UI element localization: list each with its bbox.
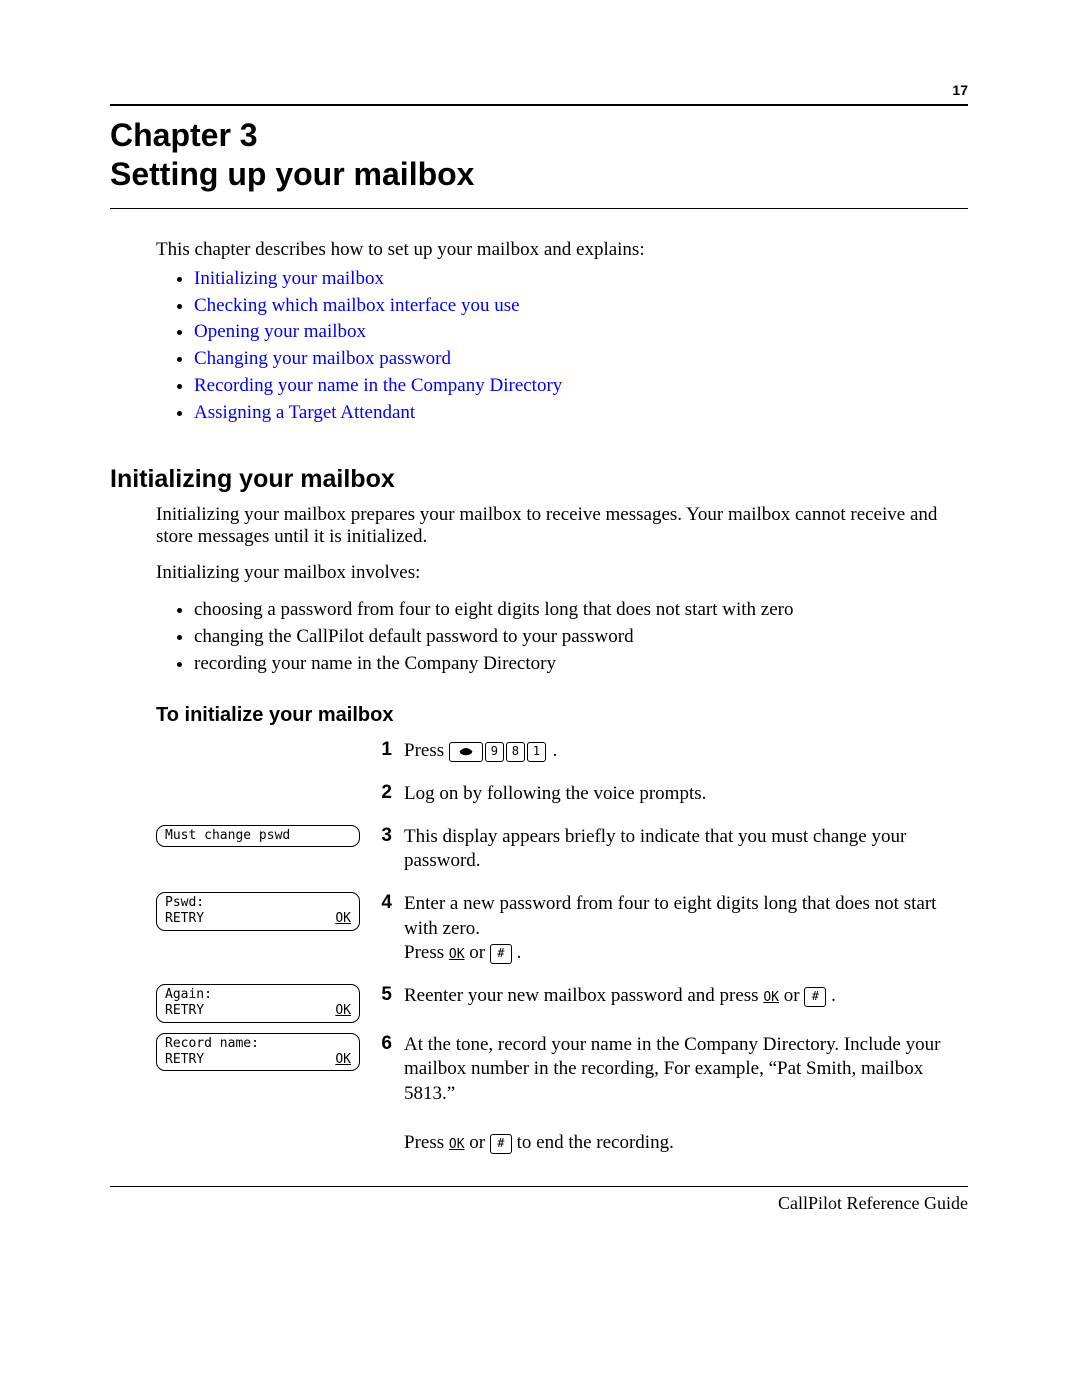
step-period: . <box>826 985 836 1006</box>
step-or: or <box>465 1132 490 1153</box>
phone-display: Again: RETRY OK <box>156 984 360 1023</box>
list-item: Checking which mailbox interface you use <box>194 294 968 319</box>
list-item: Opening your mailbox <box>194 320 968 345</box>
page: 17 Chapter 3 Setting up your mailbox Thi… <box>0 0 1080 1397</box>
subsection-heading: To initialize your mailbox <box>156 704 968 727</box>
link-initializing[interactable]: Initializing your mailbox <box>194 268 384 289</box>
list-item: recording your name in the Company Direc… <box>194 652 968 677</box>
phone-display: Must change pswd <box>156 825 360 847</box>
step-text: Enter a new password from four to eight … <box>404 892 968 966</box>
display-line2: RETRY OK <box>165 911 351 927</box>
list-item: changing the CallPilot default password … <box>194 625 968 650</box>
display-right: OK <box>335 911 351 927</box>
chapter-title: Chapter 3 Setting up your mailbox <box>110 116 968 194</box>
link-changing-password[interactable]: Changing your mailbox password <box>194 348 451 369</box>
step-period: . <box>512 942 522 963</box>
step-press-pre: Press <box>404 942 449 963</box>
display-left: RETRY <box>165 911 204 927</box>
step-or: or <box>779 985 804 1006</box>
step-3: Must change pswd 3 This display appears … <box>156 825 968 874</box>
phone-display: Record name: RETRY OK <box>156 1033 360 1072</box>
step-line1: Enter a new password from four to eight … <box>404 893 936 939</box>
display-col: Pswd: RETRY OK <box>156 892 366 931</box>
step-6: Record name: RETRY OK 6 At the tone, rec… <box>156 1033 968 1156</box>
link-opening[interactable]: Opening your mailbox <box>194 321 366 342</box>
step-post: . <box>548 740 558 761</box>
digit-key: 8 <box>506 742 525 762</box>
display-col: Again: RETRY OK <box>156 984 366 1023</box>
step-text: At the tone, record your name in the Com… <box>404 1033 968 1156</box>
step-pre: Reenter your new mailbox password and pr… <box>404 985 763 1006</box>
display-line1: Pswd: <box>165 895 351 911</box>
display-line1: Again: <box>165 987 351 1003</box>
section-paragraph: Initializing your mailbox prepares your … <box>156 504 968 548</box>
section-heading: Initializing your mailbox <box>110 465 968 494</box>
digit-key: 1 <box>527 742 546 762</box>
link-recording-name[interactable]: Recording your name in the Company Direc… <box>194 375 562 396</box>
chapter-line2: Setting up your mailbox <box>110 156 474 192</box>
display-right: OK <box>335 1052 351 1068</box>
section-paragraph: Initializing your mailbox involves: <box>156 562 968 584</box>
step-text: Log on by following the voice prompts. <box>404 782 968 807</box>
feature-key-icon <box>449 742 483 762</box>
display-line1: Record name: <box>165 1036 351 1052</box>
step-number: 2 <box>366 782 404 804</box>
display-col: Must change pswd <box>156 825 366 847</box>
chapter-line1: Chapter 3 <box>110 117 258 153</box>
page-number: 17 <box>952 82 968 98</box>
display-line1: Must change pswd <box>165 828 351 844</box>
footer-rule <box>110 1186 968 1187</box>
phone-display: Pswd: RETRY OK <box>156 892 360 931</box>
key-sequence: 981 <box>449 742 548 762</box>
intro-link-list: Initializing your mailbox Checking which… <box>156 267 968 425</box>
steps: 1 Press 981 . 2 Log on by following the … <box>156 739 968 1156</box>
hash-key: # <box>804 987 826 1007</box>
list-item: Initializing your mailbox <box>194 267 968 292</box>
footer-text: CallPilot Reference Guide <box>110 1193 968 1214</box>
intro-text: This chapter describes how to set up you… <box>156 239 968 261</box>
display-left: RETRY <box>165 1052 204 1068</box>
softkey-ok: OK <box>763 990 779 1005</box>
step-5: Again: RETRY OK 5 Reenter your new mailb… <box>156 984 968 1023</box>
step-number: 6 <box>366 1033 404 1055</box>
step-number: 1 <box>366 739 404 761</box>
rule-below-title <box>110 208 968 209</box>
step-text: Reenter your new mailbox password and pr… <box>404 984 968 1009</box>
display-col: Record name: RETRY OK <box>156 1033 366 1072</box>
list-item: Assigning a Target Attendant <box>194 401 968 426</box>
step-4: Pswd: RETRY OK 4 Enter a new password fr… <box>156 892 968 966</box>
link-checking-interface[interactable]: Checking which mailbox interface you use <box>194 295 520 316</box>
step-or: or <box>465 942 490 963</box>
step-number: 3 <box>366 825 404 847</box>
list-item: Recording your name in the Company Direc… <box>194 374 968 399</box>
step-post: to end the recording. <box>512 1132 674 1153</box>
step-text: Press 981 . <box>404 739 968 764</box>
step-press: Press <box>404 740 449 761</box>
step-2: 2 Log on by following the voice prompts. <box>156 782 968 807</box>
display-line2: RETRY OK <box>165 1003 351 1019</box>
link-assigning-attendant[interactable]: Assigning a Target Attendant <box>194 402 415 423</box>
step-text: This display appears briefly to indicate… <box>404 825 968 874</box>
display-line2: RETRY OK <box>165 1052 351 1068</box>
list-item: choosing a password from four to eight d… <box>194 598 968 623</box>
softkey-ok: OK <box>449 1137 465 1152</box>
hash-key: # <box>490 1134 512 1154</box>
display-right: OK <box>335 1003 351 1019</box>
step-number: 5 <box>366 984 404 1006</box>
digit-key: 9 <box>485 742 504 762</box>
softkey-ok: OK <box>449 947 465 962</box>
rule-top <box>110 104 968 106</box>
step-press-pre: Press <box>404 1132 449 1153</box>
display-left: RETRY <box>165 1003 204 1019</box>
step-1: 1 Press 981 . <box>156 739 968 764</box>
list-item: Changing your mailbox password <box>194 347 968 372</box>
step-para: At the tone, record your name in the Com… <box>404 1034 940 1104</box>
hash-key: # <box>490 944 512 964</box>
step-number: 4 <box>366 892 404 914</box>
involves-list: choosing a password from four to eight d… <box>156 598 968 676</box>
